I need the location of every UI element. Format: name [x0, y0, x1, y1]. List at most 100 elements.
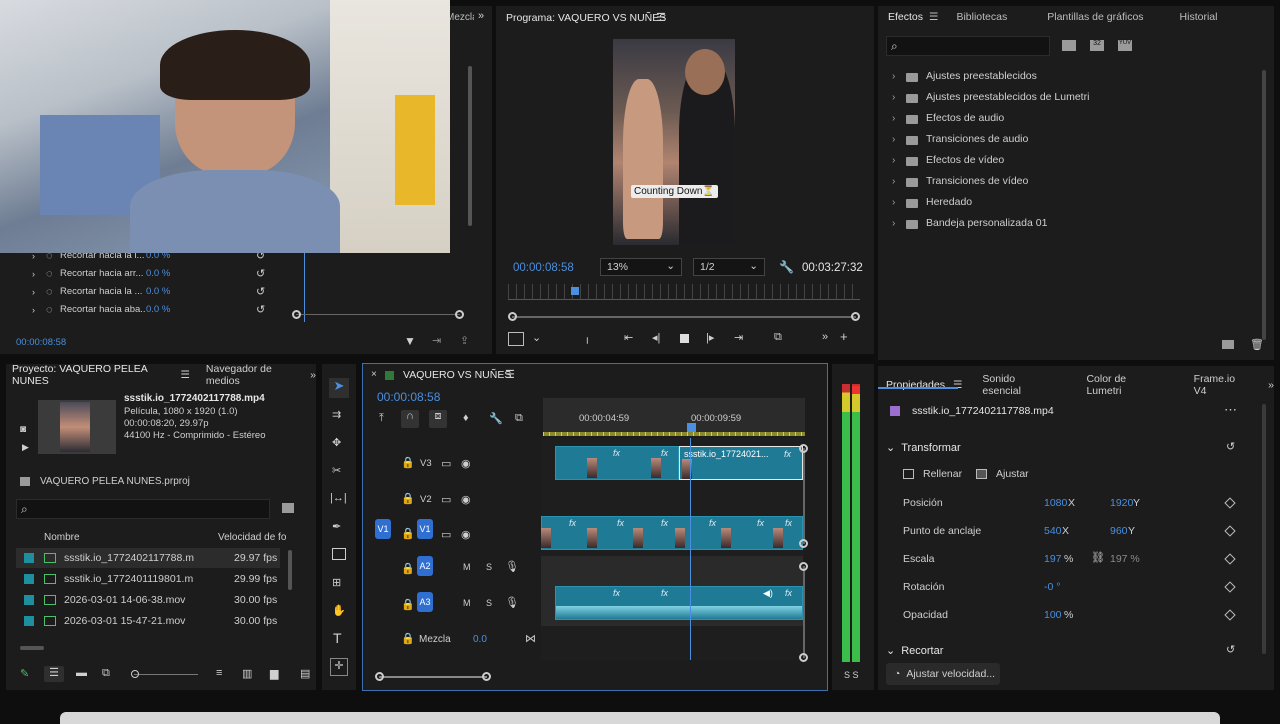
- chevron-right-icon[interactable]: ›: [892, 134, 906, 145]
- program-timecode[interactable]: 00:00:08:58: [513, 262, 574, 274]
- lock-icon[interactable]: 🔒: [401, 562, 415, 575]
- chevron-right-icon[interactable]: ›: [892, 155, 906, 166]
- chevron-right-icon[interactable]: ›: [892, 71, 906, 82]
- sort-icon[interactable]: ≡: [216, 667, 222, 679]
- work-area-bar[interactable]: [543, 432, 805, 436]
- generative-extend-icon[interactable]: ✛: [330, 658, 348, 676]
- new-bin-icon[interactable]: ▆: [270, 667, 278, 680]
- mute-button[interactable]: M: [463, 598, 471, 608]
- crop-section[interactable]: ⌄ Recortar: [886, 644, 943, 658]
- chevron-right-icon[interactable]: ›: [892, 176, 906, 187]
- effects-item-video-transitions[interactable]: › Transiciones de vídeo: [892, 175, 1028, 187]
- rectangle-tool-icon[interactable]: [332, 548, 346, 560]
- fx-badge[interactable]: fx: [569, 518, 576, 528]
- properties-scrollbar[interactable]: [1262, 404, 1266, 654]
- chevron-down-icon[interactable]: ⌄: [532, 331, 541, 344]
- lock-icon[interactable]: 🔒: [401, 598, 415, 611]
- link-icon[interactable]: ⛓: [1091, 551, 1105, 564]
- list-item[interactable]: 2026-03-01 14-06-38.mov 30.00 fps: [16, 590, 280, 610]
- marker-icon[interactable]: ♦: [463, 412, 469, 424]
- lock-icon[interactable]: 🔒: [401, 492, 415, 505]
- effects-item-lumetri-presets[interactable]: › Ajustes preestablecidos de Lumetri: [892, 91, 1089, 103]
- new-search-bin-icon[interactable]: [282, 503, 294, 513]
- eye-icon[interactable]: ◉: [461, 493, 471, 506]
- stopwatch-icon[interactable]: ◌: [46, 304, 60, 316]
- anchor-y-value[interactable]: 960: [1110, 525, 1128, 537]
- reset-icon[interactable]: ↺: [1226, 643, 1235, 656]
- scale-value[interactable]: 197: [1044, 553, 1062, 565]
- zoom-slider[interactable]: [131, 670, 198, 678]
- effects-scrollbar[interactable]: [1262, 70, 1266, 340]
- 32bit-effects-icon[interactable]: 32: [1090, 40, 1104, 51]
- sync-lock-icon[interactable]: ▭: [441, 457, 451, 470]
- fx-badge[interactable]: fx: [784, 449, 791, 459]
- ec-scrollbar[interactable]: [468, 66, 472, 226]
- list-item[interactable]: 2026-03-01 15-47-21.mov 30.00 fps: [16, 611, 280, 631]
- text-scale-tool-icon[interactable]: ⊞: [332, 576, 341, 589]
- close-icon[interactable]: ×: [371, 369, 377, 380]
- mix-value[interactable]: 0.0: [473, 634, 487, 645]
- panel-overflow-icon[interactable]: »: [478, 10, 484, 22]
- stopwatch-icon[interactable]: ◌: [46, 286, 60, 298]
- new-bin-icon[interactable]: [1222, 340, 1234, 349]
- effects-item-audio-effects[interactable]: › Efectos de audio: [892, 112, 1004, 124]
- microphone-icon[interactable]: 🎙: [505, 596, 519, 609]
- step-forward-icon[interactable]: |▸: [706, 331, 714, 344]
- reset-icon[interactable]: ↺: [256, 303, 265, 316]
- panel-menu-icon[interactable]: ☰: [180, 369, 189, 381]
- track-name-a2[interactable]: A2: [417, 556, 433, 576]
- anchor-x-value[interactable]: 540: [1044, 525, 1062, 537]
- meter-clip-indicator[interactable]: [852, 386, 860, 394]
- v-scroll-video[interactable]: [799, 444, 808, 548]
- lock-icon[interactable]: 🔒: [401, 527, 415, 540]
- ec-row-value[interactable]: 0.0 %: [146, 268, 256, 279]
- fx-badge[interactable]: fx: [785, 588, 792, 598]
- freeform-view-icon[interactable]: ⧉: [102, 667, 110, 680]
- list-view-icon[interactable]: ☰: [44, 666, 64, 682]
- play-icon[interactable]: ▶: [22, 442, 29, 453]
- wrench-icon[interactable]: 🔧: [489, 412, 503, 425]
- timeline-zoom-scrollbar[interactable]: [375, 672, 491, 681]
- lock-icon[interactable]: 🔒: [401, 632, 415, 645]
- fit-button[interactable]: Ajustar: [976, 468, 1029, 480]
- microphone-icon[interactable]: 🎙: [505, 560, 519, 573]
- program-menu-icon[interactable]: ☰: [656, 11, 666, 24]
- poster-frame-icon[interactable]: ◙: [20, 424, 26, 435]
- pencil-icon[interactable]: ✎: [20, 667, 29, 680]
- playhead-handle[interactable]: [687, 423, 696, 432]
- effects-item-video-effects[interactable]: › Efectos de vídeo: [892, 154, 1004, 166]
- ripple-edit-tool-icon[interactable]: ✥: [332, 436, 341, 449]
- accelerated-effects-icon[interactable]: [1062, 40, 1076, 51]
- new-item-icon[interactable]: ▤: [300, 667, 310, 680]
- ec-row-value[interactable]: 0.0 %: [146, 304, 256, 315]
- solo-button[interactable]: S: [486, 562, 492, 572]
- step-back-icon[interactable]: ◂|: [652, 331, 660, 344]
- tab-history[interactable]: Historial: [1180, 11, 1218, 23]
- fx-badge[interactable]: fx: [785, 518, 792, 528]
- selection-tool-icon[interactable]: ➤: [329, 378, 349, 398]
- resolution-select[interactable]: 1/2 ⌄: [693, 258, 765, 276]
- chevron-right-icon[interactable]: ›: [892, 113, 906, 124]
- tab-effects[interactable]: Efectos: [888, 11, 923, 23]
- opacity-value[interactable]: 100: [1044, 609, 1062, 621]
- go-to-out-icon[interactable]: ⇥: [734, 331, 743, 344]
- sync-lock-icon[interactable]: ▭: [441, 493, 451, 506]
- effects-search-input[interactable]: ⌕: [886, 36, 1050, 56]
- safe-margins-icon[interactable]: [508, 332, 524, 346]
- source-patch-v1[interactable]: V1: [375, 519, 391, 539]
- program-playhead[interactable]: [570, 287, 579, 295]
- fx-badge[interactable]: fx: [661, 518, 668, 528]
- fx-badge[interactable]: fx: [617, 518, 624, 528]
- track-name-v2[interactable]: V2: [420, 494, 432, 505]
- project-h-scrollbar[interactable]: [20, 646, 44, 650]
- icon-view-icon[interactable]: ▬: [76, 667, 87, 679]
- adjust-speed-button[interactable]: ◔ Ajustar velocidad...: [886, 663, 1000, 685]
- position-y-value[interactable]: 1920: [1110, 497, 1133, 509]
- reset-icon[interactable]: ↺: [1226, 440, 1235, 453]
- linked-selection-icon[interactable]: ⧈: [429, 410, 447, 428]
- mute-button[interactable]: M: [463, 562, 471, 572]
- effects-item-custom-bin[interactable]: › Bandeja personalizada 01: [892, 217, 1047, 229]
- go-to-in-icon[interactable]: ⇤: [624, 331, 633, 344]
- project-list-scrollbar[interactable]: [288, 550, 292, 590]
- expand-chevron-icon[interactable]: ›: [32, 287, 46, 297]
